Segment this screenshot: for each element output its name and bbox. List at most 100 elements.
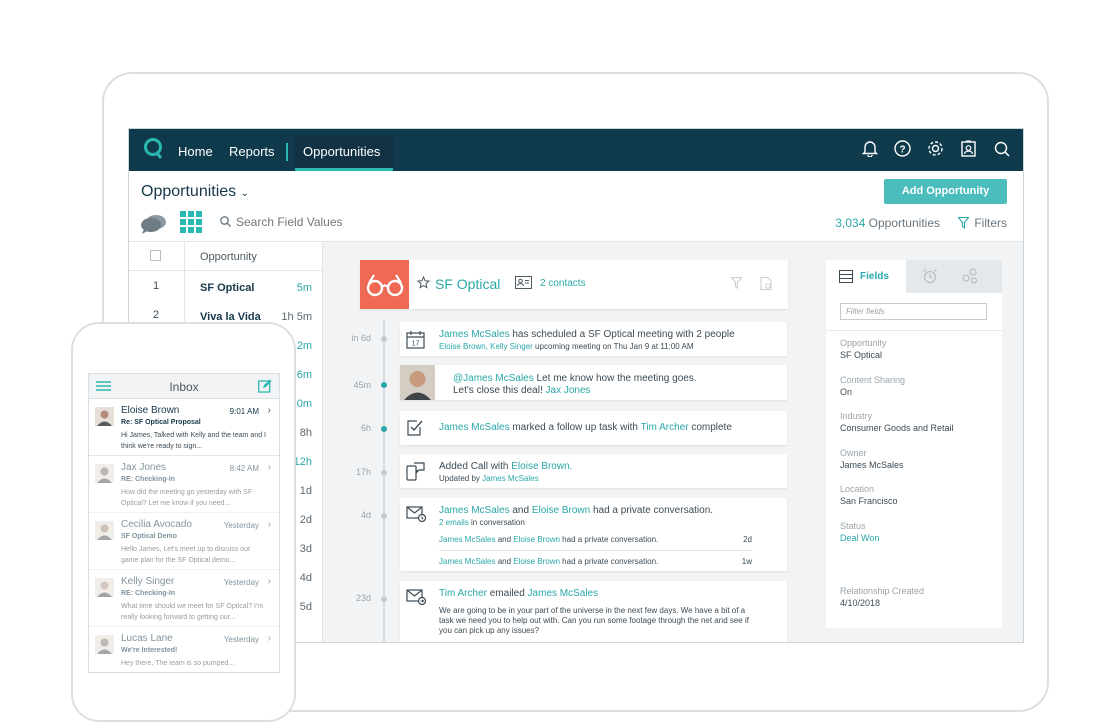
row-age: 0m — [296, 398, 312, 410]
field-value: James McSales — [840, 460, 904, 470]
field-value: 4/10/2018 — [840, 598, 881, 608]
chevron-right-icon: › — [267, 576, 271, 587]
table-row[interactable]: 1 SF Optical 5m — [129, 271, 322, 300]
timeline-dot — [381, 336, 387, 342]
user-link[interactable]: James McSales — [482, 474, 538, 483]
message-preview: How did the meeting go yesterday with SF… — [121, 489, 253, 507]
gear-icon[interactable] — [926, 139, 945, 158]
task-checkbox-icon — [407, 420, 423, 436]
timeline-label: 45m — [353, 380, 371, 390]
help-icon[interactable]: ? — [893, 139, 912, 158]
message-subject: RE: Checking-In — [121, 476, 176, 483]
sender-name: Lucas Lane — [121, 633, 173, 644]
user-link[interactable]: Jax Jones — [546, 385, 591, 396]
field-value: Consumer Goods and Retail — [840, 423, 954, 433]
search-field-values-input[interactable] — [236, 213, 436, 231]
email-conversation-icon — [406, 506, 426, 522]
document-icon[interactable] — [760, 277, 772, 290]
user-link[interactable]: James McSales — [439, 505, 510, 516]
filter-fields-input[interactable]: Filter fields — [840, 303, 987, 320]
user-link[interactable]: James McSales — [439, 535, 495, 544]
user-link[interactable]: Eloise Brown — [513, 535, 560, 544]
chat-bubbles-icon[interactable] — [141, 213, 167, 235]
select-all-checkbox[interactable] — [150, 250, 161, 261]
phone-screen: Inbox Eloise Brown 9:01 AM › Re: SF Optical… — [88, 373, 280, 673]
avatar — [95, 635, 114, 654]
list-item[interactable]: Cecilia Avocado Yesterday › SF Optical Demo… — [89, 513, 279, 570]
timeline-label: 23d — [355, 593, 371, 603]
mention-link[interactable]: @James McSales — [453, 373, 534, 384]
list-item[interactable]: Lucas Lane Yesterday › We're Interested! Hey… — [89, 627, 279, 672]
nav-home[interactable]: Home — [178, 129, 213, 171]
contacts-icon — [515, 276, 532, 289]
bell-icon[interactable] — [860, 139, 879, 158]
field-value[interactable]: Deal Won — [840, 533, 879, 543]
timeline-entry-meeting[interactable]: 17 James McSales has scheduled a SF Opti… — [400, 322, 787, 356]
user-link[interactable]: James McSales — [439, 557, 495, 566]
relationship-icon[interactable] — [962, 268, 978, 284]
row-opportunity-name[interactable]: SF Optical — [200, 282, 254, 294]
timeline-entry-call[interactable]: Added Call with Eloise Brown. Updated by… — [400, 454, 787, 488]
row-age: 1d — [299, 485, 312, 497]
entry-text-line2: Let's close this deal! — [453, 385, 546, 396]
field-value: SF Optical — [840, 350, 883, 360]
user-link[interactable]: Eloise Brown. — [511, 461, 572, 472]
user-link[interactable]: Eloise Brown — [532, 505, 590, 516]
row-age: 5m — [296, 282, 312, 294]
list-item[interactable]: Eloise Brown 9:01 AM › Re: SF Optical Propo… — [89, 399, 279, 456]
message-time: Yesterday — [223, 635, 259, 644]
timeline-entry-email[interactable]: Tim Archer emailed James McSales We are … — [400, 581, 787, 642]
user-link[interactable]: James McSales — [528, 588, 599, 599]
field-label: Location — [840, 484, 875, 494]
page-title-dropdown[interactable]: Opportunities ⌄ — [141, 183, 249, 201]
contact-card-icon[interactable] — [959, 139, 978, 158]
message-time: 8:42 AM — [229, 464, 259, 473]
user-link[interactable]: James McSales — [439, 422, 510, 433]
conversation-row[interactable]: James McSales and Eloise Brown had a pri… — [439, 556, 752, 572]
user-link[interactable]: Tim Archer — [641, 422, 689, 433]
q-logo-icon — [144, 138, 163, 159]
alarm-icon[interactable] — [922, 268, 938, 284]
column-header-opportunity[interactable]: Opportunity — [200, 251, 257, 263]
nav-opportunities[interactable]: Opportunities — [303, 129, 380, 171]
avatar — [400, 365, 435, 400]
nav-reports[interactable]: Reports — [229, 129, 275, 171]
entry-text: Let me know how the meeting goes. — [533, 373, 697, 384]
emails-link[interactable]: 2 emails — [439, 518, 469, 527]
panel-tabs: Fields — [826, 260, 1002, 293]
contacts-link[interactable]: 2 contacts — [540, 278, 586, 289]
avatar — [95, 407, 114, 426]
entry-text: and — [495, 557, 514, 566]
entry-text: had a private conversation. — [590, 505, 714, 516]
inbox-header: Inbox — [89, 374, 279, 399]
user-link[interactable]: James McSales — [439, 329, 510, 340]
opportunity-count-number: 3,034 — [835, 216, 866, 230]
field-value: On — [840, 387, 853, 397]
user-link[interactable]: Eloise Brown — [513, 557, 560, 566]
filters-button[interactable]: Filters — [958, 216, 1007, 230]
user-link[interactable]: Tim Archer — [439, 588, 487, 599]
timeline-entry-comment[interactable]: @James McSales Let me know how the meeti… — [400, 365, 787, 400]
timeline-line — [383, 319, 385, 642]
search-icon[interactable] — [992, 139, 1011, 158]
compose-icon[interactable] — [258, 379, 272, 393]
opportunity-name[interactable]: SF Optical — [435, 276, 500, 292]
timeline-entry-task[interactable]: James McSales marked a follow up task wi… — [400, 411, 787, 445]
list-item[interactable]: Jax Jones 8:42 AM › RE: Checking-In How did … — [89, 456, 279, 513]
tab-fields[interactable]: Fields — [826, 260, 906, 293]
filter-icon[interactable] — [731, 277, 742, 289]
chevron-down-icon: ⌄ — [240, 188, 250, 199]
timeline-entry-conversation[interactable]: James McSales and Eloise Brown had a pri… — [400, 498, 787, 571]
add-opportunity-button[interactable]: Add Opportunity — [884, 179, 1007, 204]
entry-text: had a private conversation. — [559, 535, 659, 544]
conversation-row[interactable]: James McSales and Eloise Brown had a pri… — [439, 534, 752, 551]
timeline-label: 4d — [360, 510, 371, 520]
entry-subtext: in conversation — [468, 518, 525, 527]
people-link[interactable]: Eloise Brown, Kelly Singer — [439, 342, 533, 351]
tab-fields-label: Fields — [860, 271, 889, 282]
list-item[interactable]: Kelly Singer Yesterday › RE: Checking-In Wha… — [89, 570, 279, 627]
grid-view-icon[interactable] — [180, 211, 202, 233]
entry-text: marked a follow up task with — [509, 422, 641, 433]
conversation-age: 1w — [741, 557, 752, 566]
star-icon[interactable] — [417, 276, 430, 289]
